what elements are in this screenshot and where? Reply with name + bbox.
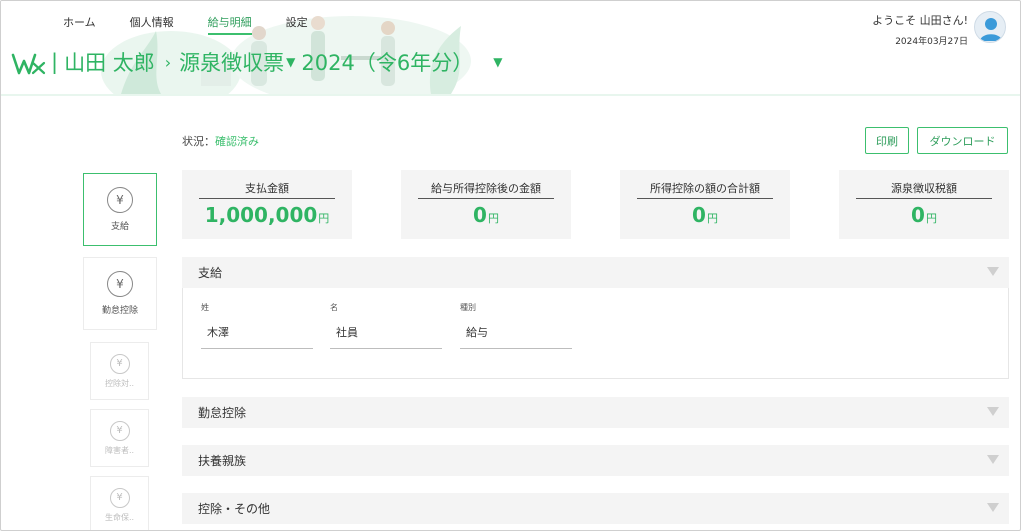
current-date: 2024年03月27日: [895, 37, 968, 47]
logo-icon: [11, 53, 46, 75]
top-nav: ホーム 個人情報 給与明細 設定: [63, 14, 342, 35]
sidebar-item-label: 支給: [110, 222, 129, 232]
caret-down-icon[interactable]: [987, 407, 999, 416]
section-header-dependents[interactable]: 扶養親族: [182, 445, 1009, 476]
yen-icon: ¥: [107, 271, 133, 297]
yen-icon: ¥: [109, 353, 130, 374]
card-unit: 円: [487, 212, 499, 225]
sidebar-item-attendance-deduction[interactable]: ¥ 勤怠控除: [83, 257, 157, 330]
section-header-attendance-deduction[interactable]: 勤怠控除: [182, 397, 1009, 428]
document-type[interactable]: 源泉徴収票: [179, 47, 284, 77]
sidebar-item-deduction-target[interactable]: ¥ 控除対..: [90, 342, 149, 400]
nav-item-settings[interactable]: 設定: [286, 14, 308, 35]
card-value: 0円: [911, 203, 937, 227]
document-year[interactable]: 2024（令6年分）: [301, 47, 473, 77]
type-input[interactable]: 給与: [460, 324, 572, 349]
card-unit: 円: [318, 212, 330, 225]
card-amount: 0: [473, 203, 487, 227]
sidebar-item-label: 生命保..: [104, 512, 135, 522]
page-title: | 山田 太郎 › 源泉徴収票 ▼ 2024（令6年分） ▼: [49, 47, 502, 77]
section-header-deductions-other[interactable]: 控除・その他: [182, 493, 1009, 524]
last-name-input[interactable]: 木澤: [201, 324, 313, 349]
field-type: 種別 給与: [460, 302, 572, 349]
summary-card-total-deduction: 所得控除の額の合計額 0円: [620, 170, 790, 239]
header: ホーム 個人情報 給与明細 設定 | 山田 太郎 › 源泉徴収票 ▼ 2024（…: [1, 1, 1020, 96]
caret-down-icon[interactable]: [987, 503, 999, 512]
section-header-payment[interactable]: 支給: [182, 257, 1009, 288]
card-title: 給与所得控除後の金額: [418, 180, 554, 199]
app-window: ホーム 個人情報 給与明細 設定 | 山田 太郎 › 源泉徴収票 ▼ 2024（…: [0, 0, 1021, 531]
sidebar-item-label: 控除対..: [104, 378, 135, 388]
card-title: 源泉徴収税額: [856, 180, 992, 199]
status-label: 状況：: [182, 135, 215, 148]
caret-down-icon[interactable]: [987, 455, 999, 464]
section-title: 勤怠控除: [198, 406, 247, 420]
card-value: 0円: [473, 203, 499, 227]
card-unit: 円: [706, 212, 718, 225]
first-name-input[interactable]: 社員: [330, 324, 442, 349]
status-line: 状況：確認済み: [182, 133, 259, 149]
card-value: 0円: [692, 203, 718, 227]
card-amount: 0: [911, 203, 925, 227]
card-amount: 1,000,000: [204, 203, 318, 227]
year-dropdown-icon[interactable]: ▼: [493, 55, 502, 69]
nav-item-home[interactable]: ホーム: [63, 14, 96, 35]
status-value: 確認済み: [215, 135, 259, 148]
download-button[interactable]: ダウンロード: [917, 127, 1008, 154]
section-body-payment: 姓 木澤 名 社員 種別 給与: [182, 288, 1009, 379]
field-first-name: 名 社員: [330, 302, 442, 349]
avatar[interactable]: [974, 11, 1006, 43]
section-title: 控除・その他: [198, 502, 271, 516]
sidebar-item-disability[interactable]: ¥ 障害者..: [90, 409, 149, 467]
yen-icon: ¥: [107, 187, 133, 213]
card-value: 1,000,000円: [205, 203, 330, 227]
yen-icon: ¥: [109, 487, 130, 508]
card-unit: 円: [925, 212, 937, 225]
caret-down-icon[interactable]: [987, 267, 999, 276]
field-label: 種別: [460, 303, 476, 312]
document-dropdown-icon[interactable]: ▼: [286, 55, 295, 69]
sidebar-item-life-insurance[interactable]: ¥ 生命保..: [90, 476, 149, 530]
yen-icon: ¥: [109, 420, 130, 441]
summary-card-after-income-deduction: 給与所得控除後の金額 0円: [401, 170, 571, 239]
sidebar-item-payment[interactable]: ¥ 支給: [83, 173, 157, 246]
section-title: 支給: [198, 266, 223, 280]
print-button[interactable]: 印刷: [865, 127, 909, 154]
summary-card-payment-amount: 支払金額 1,000,000円: [182, 170, 352, 239]
card-amount: 0: [692, 203, 706, 227]
welcome-block: ようこそ 山田さん! 2024年03月27日: [872, 12, 968, 47]
title-separator: |: [51, 50, 59, 74]
chevron-right-icon: ›: [164, 52, 172, 72]
field-label: 姓: [201, 303, 209, 312]
nav-item-payslip[interactable]: 給与明細: [207, 14, 252, 35]
card-title: 所得控除の額の合計額: [637, 180, 773, 199]
summary-card-withholding-tax: 源泉徴収税額 0円: [839, 170, 1009, 239]
field-last-name: 姓 木澤: [201, 302, 313, 349]
card-title: 支払金額: [199, 180, 335, 199]
section-title: 扶養親族: [198, 454, 247, 468]
nav-item-personal-info[interactable]: 個人情報: [130, 14, 174, 35]
user-name: 山田 太郎: [64, 51, 155, 75]
sidebar-item-label: 障害者..: [104, 445, 135, 455]
sidebar-item-label: 勤怠控除: [101, 306, 138, 316]
field-label: 名: [330, 303, 338, 312]
user-avatar-icon: [980, 18, 1002, 41]
welcome-message: ようこそ 山田さん!: [872, 14, 968, 27]
